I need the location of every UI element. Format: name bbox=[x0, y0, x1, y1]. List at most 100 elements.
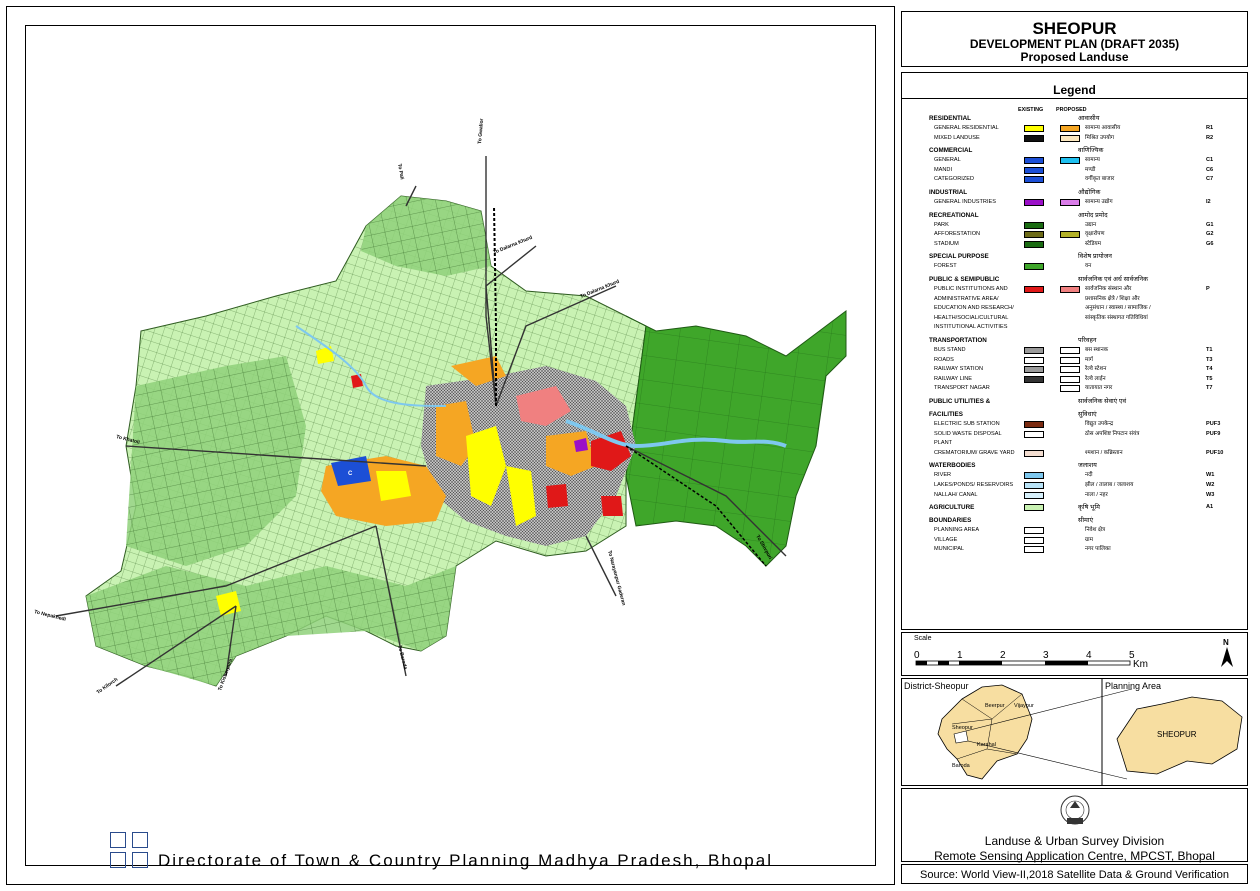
legend-code: I2 bbox=[1206, 199, 1211, 205]
legend-swatch-existing bbox=[1024, 546, 1044, 554]
legend-swatch-existing bbox=[1024, 199, 1044, 206]
legend-label-hi: सामान्य उद्योग bbox=[1085, 199, 1113, 205]
legend-swatch-existing bbox=[1024, 176, 1044, 184]
landuse-map[interactable]: C To Pali To Gwalior To Dalarna Khurd To… bbox=[25, 25, 876, 866]
legend-swatch-existing bbox=[1024, 166, 1044, 174]
legend-swatch-existing bbox=[1024, 536, 1044, 544]
legend-label-en: CREMATORIUM/ GRAVE YARD bbox=[934, 449, 1015, 456]
legend-label-en: CATEGORIZED bbox=[934, 176, 974, 183]
road-label-kilorch: To Kilorch bbox=[96, 677, 119, 696]
road-label-gwalior: To Gwalior bbox=[477, 118, 485, 144]
map-subtitle-2: Proposed Landuse bbox=[1020, 50, 1129, 64]
legend-swatch-existing bbox=[1024, 491, 1044, 499]
legend-code: PUF10 bbox=[1206, 449, 1224, 456]
credit-block: Landuse & Urban Survey Division Remote S… bbox=[901, 788, 1248, 863]
scale-tick-label: 4 bbox=[1086, 650, 1092, 661]
public-institutional-3 bbox=[601, 496, 623, 516]
legend-code: T7 bbox=[1206, 385, 1213, 392]
legend-swatch-proposed bbox=[1060, 366, 1080, 374]
legend-swatch-proposed bbox=[1060, 125, 1080, 132]
north-label: N bbox=[1223, 638, 1229, 647]
legend-label-hi: नाला / नहर bbox=[1085, 491, 1108, 498]
legend-swatch-existing bbox=[1024, 472, 1044, 480]
credit-line-1: Landuse & Urban Survey Division bbox=[984, 834, 1165, 848]
legend-label-hi: नगर पालिका bbox=[1085, 546, 1111, 553]
credit-line-2: Remote Sensing Application Centre, MPCST… bbox=[934, 849, 1215, 863]
title-block: SHEOPUR DEVELOPMENT PLAN (DRAFT 2035) Pr… bbox=[901, 11, 1248, 67]
legend-label-en: MUNICIPAL bbox=[934, 546, 965, 553]
map-subtitle: DEVELOPMENT PLAN (DRAFT 2035) bbox=[969, 37, 1180, 51]
public-institutional-4 bbox=[546, 484, 568, 508]
legend-label-hi: सार्वजनिक सेवाएं एवं bbox=[1078, 398, 1127, 405]
north-arrow-icon bbox=[1221, 647, 1233, 667]
source-note: Source: World View-II,2018 Satellite Dat… bbox=[901, 864, 1248, 884]
planning-area-title: Planning Area bbox=[1105, 681, 1161, 691]
legend-label-hi: कृषि भूमि bbox=[1078, 504, 1101, 512]
legend-row: NALLAH/ CANAL नाला / नहर W3 bbox=[902, 490, 1249, 501]
legend-swatch-existing bbox=[1024, 430, 1044, 438]
legend-code: A1 bbox=[1206, 504, 1214, 511]
legend-row: STADIUM स्टेडियम G6 bbox=[902, 239, 1249, 250]
legend-label-en: AGRICULTURE bbox=[929, 504, 975, 512]
legend-swatch-proposed bbox=[1060, 286, 1080, 293]
legend-swatch-existing bbox=[1024, 125, 1044, 132]
legend-swatch-existing bbox=[1024, 482, 1044, 489]
legend-row: FOREST वन bbox=[902, 261, 1249, 272]
legend-swatch-proposed bbox=[1060, 356, 1080, 364]
legend-code: G6 bbox=[1206, 240, 1214, 247]
legend-swatch-existing bbox=[1024, 221, 1044, 229]
place-vijaypur: Vijaypur bbox=[1014, 703, 1034, 709]
legend-label-en: MIXED LANDUSE bbox=[934, 134, 980, 141]
legend-swatch-existing bbox=[1024, 449, 1044, 457]
legend-swatch-existing bbox=[1024, 356, 1044, 364]
legend-label-en: STADIUM bbox=[934, 240, 959, 247]
legend-code: W3 bbox=[1206, 491, 1215, 498]
legend-label-en: TRANSPORT NAGAR bbox=[934, 385, 990, 392]
scale-tick-label: 3 bbox=[1043, 650, 1049, 661]
map-sidebar: SHEOPUR DEVELOPMENT PLAN (DRAFT 2035) Pr… bbox=[895, 6, 1254, 885]
legend-swatch-existing bbox=[1024, 375, 1044, 383]
map-frame: C To Pali To Gwalior To Dalarna Khurd To… bbox=[6, 6, 895, 885]
locator-block: District-Sheopur Planning Area Beerpur V… bbox=[901, 678, 1248, 786]
legend-label-en: FOREST bbox=[934, 263, 957, 270]
place-baroda: Baroda bbox=[952, 763, 971, 769]
legend-code: R2 bbox=[1206, 134, 1214, 141]
directorate-logo-icon bbox=[110, 832, 150, 870]
legend-label-hi: श्मशान / कब्रिस्तान bbox=[1085, 449, 1123, 456]
legend-swatch-proposed bbox=[1060, 385, 1080, 393]
legend-swatch-existing bbox=[1024, 421, 1044, 428]
map-title: SHEOPUR bbox=[1032, 19, 1117, 38]
legend-swatch-existing bbox=[1024, 347, 1044, 354]
legend-swatch-existing bbox=[1024, 134, 1044, 142]
road-label-dalarna-khurd-2: To Dalarna Khurd bbox=[580, 279, 621, 300]
legend-swatch-existing bbox=[1024, 286, 1044, 293]
legend-swatch-existing bbox=[1024, 240, 1044, 248]
legend-label-en: NALLAH/ CANAL bbox=[934, 491, 978, 498]
landuse-map-svg: C To Pali To Gwalior To Dalarna Khurd To… bbox=[34, 118, 847, 696]
road-label-pali: To Pali bbox=[396, 163, 405, 180]
place-sheopur: Sheopur bbox=[952, 725, 973, 731]
scale-unit: Km bbox=[1133, 659, 1148, 670]
district-title: District-Sheopur bbox=[904, 681, 969, 691]
existing-residential-3 bbox=[376, 471, 411, 501]
legend-label-hi: मिश्रित उपयोग bbox=[1085, 134, 1115, 141]
legend-swatch-existing bbox=[1024, 527, 1044, 535]
scale-bar: 012345 Km N bbox=[914, 638, 1233, 670]
legend: Legend EXISTING PROPOSED RESIDENTIAL आवास… bbox=[901, 72, 1248, 630]
planning-area-label: SHEOPUR bbox=[1157, 730, 1197, 739]
road-label-nepakhedi: To Nepakhedi bbox=[34, 609, 67, 623]
scale-tick-label: 2 bbox=[1000, 650, 1006, 661]
legend-label-hi: यातायात नगर bbox=[1085, 385, 1113, 392]
directorate-footer: Directorate of Town & Country Planning M… bbox=[158, 851, 773, 870]
legend-swatch-existing bbox=[1024, 157, 1044, 165]
legend-divider bbox=[902, 98, 1247, 99]
svg-text:C: C bbox=[348, 471, 353, 477]
legend-label-hi: वर्गीकृत बाजार bbox=[1085, 176, 1115, 183]
road-label-baroda: To Baroda bbox=[396, 645, 408, 670]
legend-row: MIXED LANDUSE मिश्रित उपयोग R2 bbox=[902, 133, 1249, 144]
legend-title: Legend bbox=[1053, 83, 1096, 97]
legend-swatch-proposed bbox=[1060, 134, 1080, 142]
legend-swatch-existing bbox=[1024, 504, 1044, 512]
legend-code: C7 bbox=[1206, 176, 1214, 183]
legend-swatch-existing bbox=[1024, 366, 1044, 374]
